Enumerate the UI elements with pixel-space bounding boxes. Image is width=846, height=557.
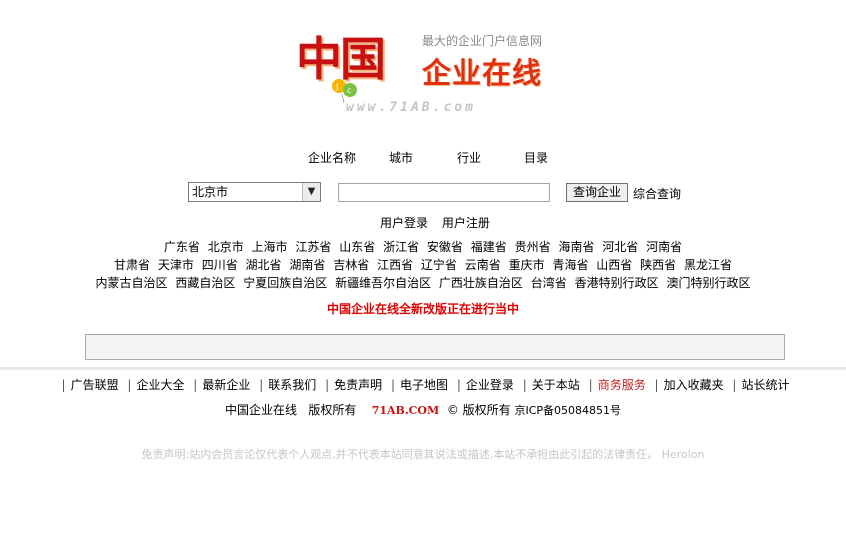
region-row: 甘肃省 天津市 四川省 湖北省 湖南省 吉林省 江西省 辽宁省 云南省 重庆市 … xyxy=(0,256,846,274)
region-link[interactable]: 内蒙古自治区 xyxy=(96,276,168,290)
region-link[interactable]: 陕西省 xyxy=(640,258,676,272)
logo-brand: 企业在线 xyxy=(422,56,543,90)
region-link[interactable]: 西藏自治区 xyxy=(175,276,235,290)
svg-text:J: J xyxy=(335,82,338,91)
tab-directory[interactable]: 目录 xyxy=(524,149,548,166)
search-tabs: 企业名称 城市 行业 目录 xyxy=(300,149,560,165)
footer-link[interactable]: 加入收藏夹 xyxy=(664,378,724,392)
separator: | xyxy=(732,378,737,392)
city-select-value: 北京市 xyxy=(192,185,229,199)
copyright-line: 中国企业在线 版权所有 71AB.COM © 版权所有 京ICP备0508485… xyxy=(0,401,846,418)
chevron-down-icon[interactable]: ▼ xyxy=(302,183,320,201)
region-link[interactable]: 浙江省 xyxy=(383,240,419,254)
region-link[interactable]: 四川省 xyxy=(202,258,238,272)
footer-link[interactable]: 免责声明 xyxy=(334,378,382,392)
region-link[interactable]: 福建省 xyxy=(471,240,507,254)
region-link[interactable]: 台湾省 xyxy=(531,276,567,290)
logo-slogan: 最大的企业门户信息网 xyxy=(422,34,543,48)
region-link[interactable]: 北京市 xyxy=(208,240,244,254)
footer-link[interactable]: 广告联盟 xyxy=(71,378,119,392)
separator: | xyxy=(654,378,659,392)
region-link[interactable]: 广东省 xyxy=(164,240,200,254)
footer-link[interactable]: 联系我们 xyxy=(268,378,316,392)
footer-link[interactable]: 关于本站 xyxy=(532,378,580,392)
register-link[interactable]: 用户注册 xyxy=(442,216,490,230)
footer-link[interactable]: 电子地图 xyxy=(400,378,448,392)
tab-company-name[interactable]: 企业名称 xyxy=(308,149,356,166)
footer-nav: | 广告联盟 | 企业大全 | 最新企业 | 联系我们 | 免责声明 | 电子地图 | 企业登… xyxy=(0,376,846,393)
region-link[interactable]: 安徽省 xyxy=(427,240,463,254)
login-link[interactable]: 用户登录 xyxy=(380,216,428,230)
separator: | xyxy=(522,378,527,392)
region-link[interactable]: 香港特别行政区 xyxy=(575,276,659,290)
region-link[interactable]: 辽宁省 xyxy=(421,258,457,272)
footer-link[interactable]: 站长统计 xyxy=(741,378,789,392)
region-link[interactable]: 河北省 xyxy=(602,240,638,254)
disclaimer-text: 免责声明:站内会员言论仅代表个人观点,并不代表本站同意其说法或描述,本站不承担由… xyxy=(141,448,705,461)
region-link[interactable]: 青海省 xyxy=(552,258,588,272)
region-link[interactable]: 上海市 xyxy=(252,240,288,254)
region-link[interactable]: 江西省 xyxy=(377,258,413,272)
svg-text:c: c xyxy=(347,86,351,95)
site-logo[interactable]: 中国 J c 最大的企业门户信息网 企业在线 www.71AB.com xyxy=(296,30,576,122)
region-link[interactable]: 广西壮族自治区 xyxy=(439,276,523,290)
region-link[interactable]: 海南省 xyxy=(558,240,594,254)
copyright-rights: 版权所有 xyxy=(308,403,357,417)
region-link[interactable]: 云南省 xyxy=(465,258,501,272)
user-links: 用户登录 用户注册 xyxy=(380,214,500,231)
separator: | xyxy=(390,378,396,392)
content-placeholder-box xyxy=(85,334,785,360)
region-link[interactable]: 黑龙江省 xyxy=(684,258,732,272)
separator: | xyxy=(588,378,593,392)
region-link[interactable]: 湖北省 xyxy=(246,258,282,272)
search-input[interactable] xyxy=(338,183,550,202)
copyright-rights2: 版权所有 xyxy=(462,403,511,417)
region-link[interactable]: 新疆维吾尔自治区 xyxy=(335,276,431,290)
footer-divider xyxy=(0,367,846,370)
region-link[interactable]: 湖南省 xyxy=(289,258,325,272)
search-button[interactable]: 查询企业 xyxy=(566,183,628,202)
tab-city[interactable]: 城市 xyxy=(389,149,413,166)
region-row: 广东省 北京市 上海市 江苏省 山东省 浙江省 安徽省 福建省 贵州省 海南省 … xyxy=(0,238,846,256)
region-link[interactable]: 澳门特别行政区 xyxy=(666,276,750,290)
separator: | xyxy=(456,378,461,392)
separator: | xyxy=(325,378,330,392)
copyright-symbol: © xyxy=(446,403,459,417)
advanced-search-link[interactable]: 综合查询 xyxy=(633,185,681,202)
logo-url: www.71AB.com xyxy=(346,100,476,115)
copyright-domain[interactable]: 71AB.COM xyxy=(372,404,439,417)
region-link[interactable]: 贵州省 xyxy=(515,240,551,254)
region-link[interactable]: 重庆市 xyxy=(509,258,545,272)
footer-link[interactable]: 企业大全 xyxy=(136,378,184,392)
region-link[interactable]: 江苏省 xyxy=(295,240,331,254)
city-select[interactable]: 北京市 ▼ xyxy=(188,182,321,202)
region-link[interactable]: 吉林省 xyxy=(333,258,369,272)
region-link[interactable]: 甘肃省 xyxy=(114,258,150,272)
region-link[interactable]: 天津市 xyxy=(158,258,194,272)
icp-number[interactable]: 京ICP备05084851号 xyxy=(515,404,622,417)
region-link[interactable]: 山东省 xyxy=(339,240,375,254)
separator: | xyxy=(127,378,132,392)
footer-link-business[interactable]: 商务服务 xyxy=(598,378,646,392)
region-list: 广东省 北京市 上海市 江苏省 山东省 浙江省 安徽省 福建省 贵州省 海南省 … xyxy=(0,238,846,292)
region-link[interactable]: 河南省 xyxy=(646,240,682,254)
region-link[interactable]: 山西省 xyxy=(596,258,632,272)
separator: | xyxy=(259,378,264,392)
separator: | xyxy=(193,378,198,392)
separator: | xyxy=(61,378,66,392)
copyright-site-name: 中国企业在线 xyxy=(224,403,297,417)
footer-link[interactable]: 最新企业 xyxy=(202,378,250,392)
region-row: 内蒙古自治区 西藏自治区 宁夏回族自治区 新疆维吾尔自治区 广西壮族自治区 台湾… xyxy=(0,274,846,292)
footer-link[interactable]: 企业登录 xyxy=(466,378,514,392)
redesign-notice: 中国企业在线全新改版正在进行当中 xyxy=(326,302,519,316)
region-link[interactable]: 宁夏回族自治区 xyxy=(243,276,327,290)
tab-industry[interactable]: 行业 xyxy=(457,149,481,166)
